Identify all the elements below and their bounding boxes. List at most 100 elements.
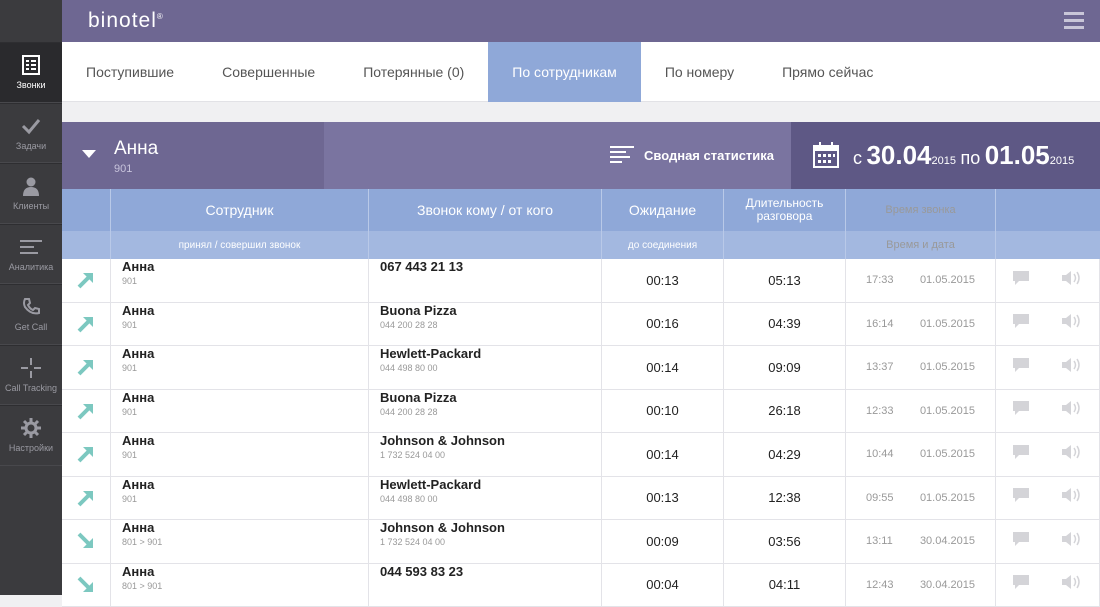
table-row[interactable]: Анна901067 443 21 1300:1305:1317:3301.05… [62, 259, 1100, 303]
date-to-day: 01.05 [985, 140, 1050, 170]
table-row[interactable]: Анна901Johnson & Johnson1 732 524 04 000… [62, 433, 1100, 477]
contact-number: 1 732 524 04 00 [380, 537, 445, 547]
table-row[interactable]: Анна901Hewlett-Packard044 498 80 0000:13… [62, 477, 1100, 521]
cell-duration: 04:11 [724, 564, 846, 607]
sidebar-item-2[interactable]: Клиенты [0, 163, 62, 224]
employee-selector[interactable]: Анна 901 [62, 122, 324, 189]
call-date: 01.05.2015 [920, 492, 975, 504]
comment-icon[interactable] [1012, 531, 1030, 552]
cell-contact[interactable]: Johnson & Johnson1 732 524 04 00 [369, 520, 602, 563]
top-header: binotel® [62, 0, 1100, 42]
contact-name: Hewlett-Packard [380, 346, 481, 361]
comment-icon[interactable] [1012, 487, 1030, 508]
call-time: 12:43 [866, 579, 894, 591]
contact-name: 044 593 83 23 [380, 564, 463, 579]
caret-down-icon[interactable] [82, 150, 96, 158]
cell-wait: 00:09 [602, 520, 724, 563]
cell-wait: 00:10 [602, 390, 724, 433]
cell-contact[interactable]: Buona Pizza044 200 28 28 [369, 390, 602, 433]
sidebar: Звонки ЗадачиКлиентыАналитика Get Call Call… [0, 0, 62, 595]
sidebar-item-4[interactable]: Get Call [0, 284, 62, 345]
cell-contact[interactable]: 067 443 21 13 [369, 259, 602, 302]
cell-contact[interactable]: Hewlett-Packard044 498 80 00 [369, 346, 602, 389]
play-recording-icon[interactable] [1061, 487, 1083, 508]
cell-employee: Анна901 [111, 477, 369, 520]
sidebar-item-label: Get Call [15, 322, 48, 332]
header-employee[interactable]: Сотрудник [111, 189, 369, 231]
comment-icon[interactable] [1012, 574, 1030, 595]
sidebar-item-6[interactable]: Настройки [0, 405, 62, 466]
summary-lines-icon [610, 146, 634, 164]
date-to-year: 2015 [1050, 155, 1074, 167]
table-row[interactable]: Анна801 > 901044 593 83 2300:0404:1112:4… [62, 564, 1100, 607]
cell-time: 17:3301.05.2015 [846, 259, 996, 302]
comment-icon[interactable] [1012, 444, 1030, 465]
date-range-text: с 30.042015 по 01.052015 [853, 140, 1074, 171]
cell-duration: 09:09 [724, 346, 846, 389]
call-time: 16:14 [866, 318, 894, 330]
cell-actions [996, 259, 1100, 302]
call-time: 13:37 [866, 361, 894, 373]
cell-time: 12:4330.04.2015 [846, 564, 996, 607]
sidebar-item-label: Звонки [16, 80, 45, 90]
comment-icon[interactable] [1012, 357, 1030, 378]
employee-ext: 901 [122, 407, 137, 417]
gear-icon [20, 417, 42, 439]
sidebar-item-5[interactable]: Call Tracking [0, 345, 62, 406]
phonebook-icon [20, 54, 42, 76]
sidebar-item-3[interactable]: Аналитика [0, 224, 62, 285]
header-direction [62, 189, 111, 231]
table-row[interactable]: Анна901Buona Pizza044 200 28 2800:1026:1… [62, 390, 1100, 434]
incoming-call-icon [62, 564, 111, 607]
play-recording-icon[interactable] [1061, 270, 1083, 291]
cell-duration: 05:13 [724, 259, 846, 302]
employee-name: Анна [122, 477, 154, 492]
play-recording-icon[interactable] [1061, 357, 1083, 378]
cell-duration: 03:56 [724, 520, 846, 563]
employee-name: Анна [122, 346, 154, 361]
employee-bar: Анна 901 Сводная статистика с 30.042015 … [62, 122, 1100, 189]
logo[interactable]: binotel® [88, 9, 164, 33]
comment-icon[interactable] [1012, 270, 1030, 291]
table-row[interactable]: Анна901Hewlett-Packard044 498 80 0000:14… [62, 346, 1100, 390]
hamburger-menu-icon[interactable] [1064, 12, 1084, 30]
comment-icon[interactable] [1012, 400, 1030, 421]
tab-2[interactable]: Потерянные (0) [339, 42, 488, 102]
date-range-picker[interactable]: с 30.042015 по 01.052015 [791, 122, 1100, 189]
table-header: Сотрудник Звонок кому / от кого Ожидание… [62, 189, 1100, 231]
header-duration[interactable]: Длительность разговора [724, 189, 846, 231]
tab-5[interactable]: Прямо сейчас [758, 42, 897, 102]
check-icon [20, 115, 42, 137]
tab-3[interactable]: По сотрудникам [488, 42, 641, 102]
sidebar-item-label: Настройки [9, 443, 53, 453]
play-recording-icon[interactable] [1061, 574, 1083, 595]
header-contact[interactable]: Звонок кому / от кого [369, 189, 602, 231]
employee-ext: 901 [122, 450, 137, 460]
employee-ext: 901 [114, 163, 132, 175]
play-recording-icon[interactable] [1061, 313, 1083, 334]
play-recording-icon[interactable] [1061, 444, 1083, 465]
cell-contact[interactable]: Buona Pizza044 200 28 28 [369, 303, 602, 346]
outgoing-call-icon [62, 477, 111, 520]
cell-duration: 04:39 [724, 303, 846, 346]
sidebar-item-0[interactable]: Звонки [0, 42, 62, 103]
summary-stats-button[interactable]: Сводная статистика [610, 146, 774, 164]
tab-0[interactable]: Поступившие [62, 42, 198, 102]
contact-name: Buona Pizza [380, 303, 457, 318]
sidebar-item-1[interactable]: Задачи [0, 103, 62, 164]
cell-contact[interactable]: Johnson & Johnson1 732 524 04 00 [369, 433, 602, 476]
cell-time: 09:5501.05.2015 [846, 477, 996, 520]
play-recording-icon[interactable] [1061, 531, 1083, 552]
table-row[interactable]: Анна901Buona Pizza044 200 28 2800:1604:3… [62, 303, 1100, 347]
cell-actions [996, 346, 1100, 389]
header-wait[interactable]: Ожидание [602, 189, 724, 231]
table-row[interactable]: Анна801 > 901Johnson & Johnson1 732 524 … [62, 520, 1100, 564]
call-date: 01.05.2015 [920, 274, 975, 286]
cell-contact[interactable]: Hewlett-Packard044 498 80 00 [369, 477, 602, 520]
tab-4[interactable]: По номеру [641, 42, 758, 102]
comment-icon[interactable] [1012, 313, 1030, 334]
cell-contact[interactable]: 044 593 83 23 [369, 564, 602, 607]
tab-1[interactable]: Совершенные [198, 42, 339, 102]
header-time[interactable]: Время звонка [846, 189, 996, 231]
play-recording-icon[interactable] [1061, 400, 1083, 421]
